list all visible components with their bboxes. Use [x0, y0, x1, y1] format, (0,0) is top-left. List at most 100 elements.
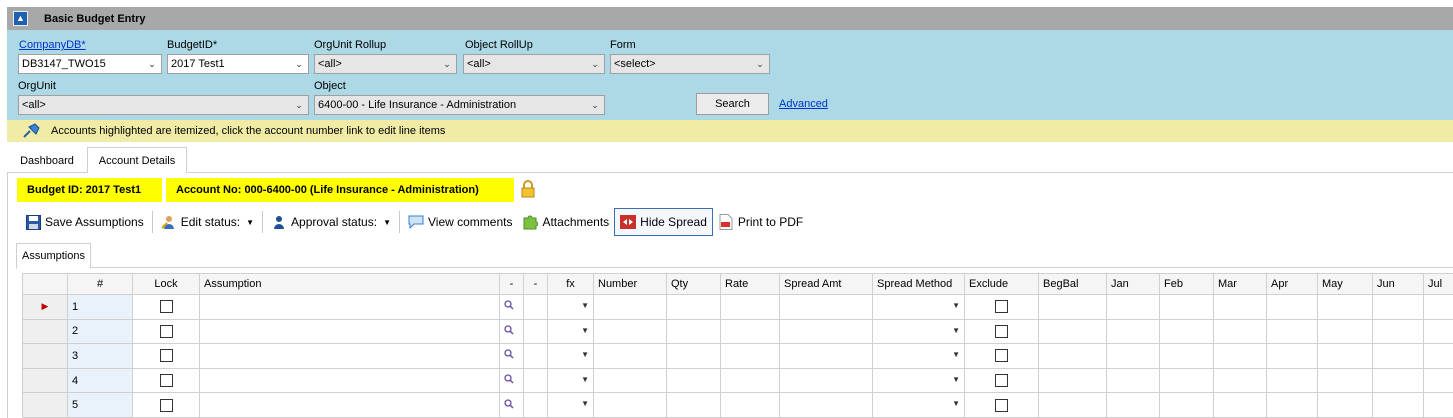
table-row[interactable]: ▶ 1 ▼ ▼: [22, 294, 1453, 320]
jan-cell[interactable]: [1106, 343, 1160, 369]
may-cell[interactable]: [1317, 343, 1373, 369]
caret-down-icon[interactable]: ▼: [952, 301, 960, 310]
caret-down-icon[interactable]: ▼: [581, 301, 589, 310]
jul-cell[interactable]: [1423, 294, 1453, 320]
mar-cell[interactable]: [1213, 367, 1267, 394]
table-row[interactable]: 4 ▼ ▼: [22, 367, 1453, 394]
feb-cell[interactable]: [1159, 343, 1214, 369]
jul-cell[interactable]: [1423, 367, 1453, 394]
row-number-cell[interactable]: 4: [67, 367, 133, 394]
exclude-checkbox[interactable]: [995, 300, 1008, 314]
tab-account-details[interactable]: Account Details: [87, 147, 187, 174]
caret-down-icon[interactable]: ▼: [581, 399, 589, 408]
rate-cell[interactable]: [720, 318, 780, 345]
row-number-cell[interactable]: 1: [67, 294, 133, 320]
caret-down-icon[interactable]: ▼: [952, 399, 960, 408]
spread-method-cell[interactable]: ▼: [872, 392, 965, 418]
qty-cell[interactable]: [666, 343, 721, 369]
magnifier-icon[interactable]: [504, 325, 514, 338]
fx-cell[interactable]: ▼: [547, 392, 594, 418]
companydb-link[interactable]: CompanyDB*: [19, 39, 86, 51]
mar-cell[interactable]: [1213, 343, 1267, 369]
spread-amt-cell[interactable]: [779, 343, 873, 369]
lock-checkbox[interactable]: [159, 374, 173, 388]
dash-cell[interactable]: [523, 294, 548, 320]
spread-amt-cell[interactable]: [779, 367, 873, 394]
jul-cell[interactable]: [1423, 392, 1453, 418]
magnifier-icon[interactable]: [504, 349, 514, 362]
exclude-cell[interactable]: [964, 367, 1039, 394]
exclude-checkbox[interactable]: [995, 349, 1008, 363]
caret-down-icon[interactable]: ▼: [581, 375, 589, 384]
col-header-jan[interactable]: Jan: [1106, 273, 1160, 295]
row-header[interactable]: [22, 367, 68, 394]
col-header-jul[interactable]: Jul: [1423, 273, 1453, 295]
lookup-cell[interactable]: [499, 294, 524, 320]
number-cell[interactable]: [593, 318, 667, 345]
apr-cell[interactable]: [1266, 367, 1318, 394]
row-number-cell[interactable]: 3: [67, 343, 133, 369]
apr-cell[interactable]: [1266, 294, 1318, 320]
spread-method-cell[interactable]: ▼: [872, 343, 965, 369]
begbal-cell[interactable]: [1038, 392, 1107, 418]
lock-cell[interactable]: [132, 392, 200, 418]
dash-cell[interactable]: [523, 392, 548, 418]
lock-checkbox[interactable]: [159, 349, 173, 363]
col-header-number[interactable]: #: [67, 273, 133, 295]
caret-down-icon[interactable]: ▼: [952, 350, 960, 359]
orgunit-rollup-select[interactable]: <all> ⌄: [314, 54, 457, 74]
print-to-pdf-button[interactable]: Print to PDF: [713, 208, 808, 236]
fx-cell[interactable]: ▼: [547, 343, 594, 369]
jan-cell[interactable]: [1106, 318, 1160, 345]
form-select[interactable]: <select> ⌄: [610, 54, 770, 74]
approval-status-dropdown[interactable]: Approval status: ▼: [266, 208, 396, 236]
attachments-button[interactable]: Attachments: [517, 208, 614, 236]
exclude-cell[interactable]: [964, 392, 1039, 418]
lookup-cell[interactable]: [499, 367, 524, 394]
may-cell[interactable]: [1317, 294, 1373, 320]
col-header-rate[interactable]: Rate: [720, 273, 780, 295]
edit-status-dropdown[interactable]: Edit status: ▼: [156, 208, 259, 236]
col-header-lock[interactable]: Lock: [132, 273, 200, 295]
exclude-checkbox[interactable]: [995, 398, 1008, 412]
table-row[interactable]: 3 ▼ ▼: [22, 343, 1453, 369]
assumption-cell[interactable]: [199, 392, 500, 418]
table-row[interactable]: 5 ▼ ▼: [22, 392, 1453, 418]
jun-cell[interactable]: [1372, 294, 1424, 320]
caret-down-icon[interactable]: ▼: [952, 326, 960, 335]
col-header-begbal[interactable]: BegBal: [1038, 273, 1107, 295]
table-row[interactable]: 2 ▼ ▼: [22, 318, 1453, 345]
assumption-cell[interactable]: [199, 343, 500, 369]
col-header-mar[interactable]: Mar: [1213, 273, 1267, 295]
lock-cell[interactable]: [132, 367, 200, 394]
jun-cell[interactable]: [1372, 367, 1424, 394]
lookup-cell[interactable]: [499, 343, 524, 369]
number-cell[interactable]: [593, 367, 667, 394]
may-cell[interactable]: [1317, 367, 1373, 394]
padlock-icon[interactable]: [520, 180, 536, 198]
may-cell[interactable]: [1317, 392, 1373, 418]
row-number-cell[interactable]: 2: [67, 318, 133, 345]
tab-assumptions[interactable]: Assumptions: [16, 243, 91, 269]
spread-amt-cell[interactable]: [779, 294, 873, 320]
begbal-cell[interactable]: [1038, 294, 1107, 320]
caret-down-icon[interactable]: ▼: [581, 350, 589, 359]
qty-cell[interactable]: [666, 294, 721, 320]
qty-cell[interactable]: [666, 392, 721, 418]
may-cell[interactable]: [1317, 318, 1373, 345]
col-header-jun[interactable]: Jun: [1372, 273, 1424, 295]
save-assumptions-button[interactable]: Save Assumptions: [20, 208, 149, 236]
begbal-cell[interactable]: [1038, 343, 1107, 369]
lock-cell[interactable]: [132, 318, 200, 345]
view-comments-button[interactable]: View comments: [403, 208, 517, 236]
tab-dashboard[interactable]: Dashboard: [11, 147, 83, 173]
dash-cell[interactable]: [523, 343, 548, 369]
spread-amt-cell[interactable]: [779, 392, 873, 418]
apr-cell[interactable]: [1266, 392, 1318, 418]
lock-checkbox[interactable]: [159, 324, 173, 338]
lock-checkbox[interactable]: [159, 398, 173, 412]
fx-cell[interactable]: ▼: [547, 294, 594, 320]
col-header-feb[interactable]: Feb: [1159, 273, 1214, 295]
jan-cell[interactable]: [1106, 294, 1160, 320]
dash-cell[interactable]: [523, 367, 548, 394]
